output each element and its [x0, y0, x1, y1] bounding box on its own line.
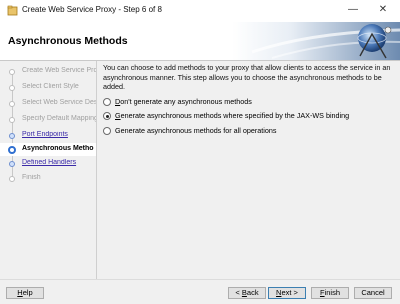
step-specify-default-mapping: Specify Default Mapping — [0, 113, 96, 126]
step-port-endpoints[interactable]: Port Endpoints — [0, 129, 96, 142]
step-finish: Finish — [0, 172, 96, 185]
step-dot-icon — [9, 85, 15, 91]
next-button[interactable]: Next > — [268, 287, 306, 299]
option-dont-generate[interactable]: Don't generate any asynchronous methods — [103, 97, 393, 109]
window-titlebar: Create Web Service Proxy - Step 6 of 8 —… — [0, 0, 400, 22]
window-title: Create Web Service Proxy - Step 6 of 8 — [22, 5, 162, 14]
cancel-button[interactable]: Cancel — [354, 287, 392, 299]
help-button[interactable]: Help — [6, 287, 44, 299]
header-banner-graphic-icon — [232, 22, 400, 60]
back-button[interactable]: < Back — [228, 287, 266, 299]
finish-button[interactable]: Finish — [311, 287, 349, 299]
step-description: You can choose to add methods to your pr… — [103, 63, 391, 91]
radio-button[interactable] — [103, 98, 111, 106]
app-icon — [7, 5, 18, 16]
step-create-web-service-proxy: Create Web Service Prox — [0, 65, 96, 78]
step-dot-icon — [9, 69, 15, 75]
step-content: You can choose to add methods to your pr… — [97, 61, 400, 279]
radio-button-selected[interactable] — [103, 112, 111, 120]
current-step-icon — [8, 146, 16, 154]
step-dot-icon — [9, 133, 15, 139]
step-select-web-service-description: Select Web Service Desc — [0, 97, 96, 110]
step-dot-icon — [9, 101, 15, 107]
option-generate-all-operations[interactable]: Generate asynchronous methods for all op… — [103, 126, 393, 138]
page-title: Asynchronous Methods — [8, 35, 128, 47]
close-button[interactable]: ✕ — [370, 0, 396, 22]
radio-button[interactable] — [103, 127, 111, 135]
step-dot-icon — [9, 117, 15, 123]
step-dot-icon — [9, 176, 15, 182]
minimize-button[interactable]: — — [340, 0, 366, 22]
option-generate-jaxws-binding[interactable]: Generate asynchronous methods where spec… — [103, 111, 393, 123]
step-dot-icon — [9, 161, 15, 167]
step-defined-handlers[interactable]: Defined Handlers — [0, 157, 96, 170]
step-select-client-style: Select Client Style — [0, 81, 96, 94]
wizard-header: Asynchronous Methods — [0, 22, 400, 61]
step-asynchronous-methods[interactable]: Asynchronous Metho — [0, 143, 96, 156]
